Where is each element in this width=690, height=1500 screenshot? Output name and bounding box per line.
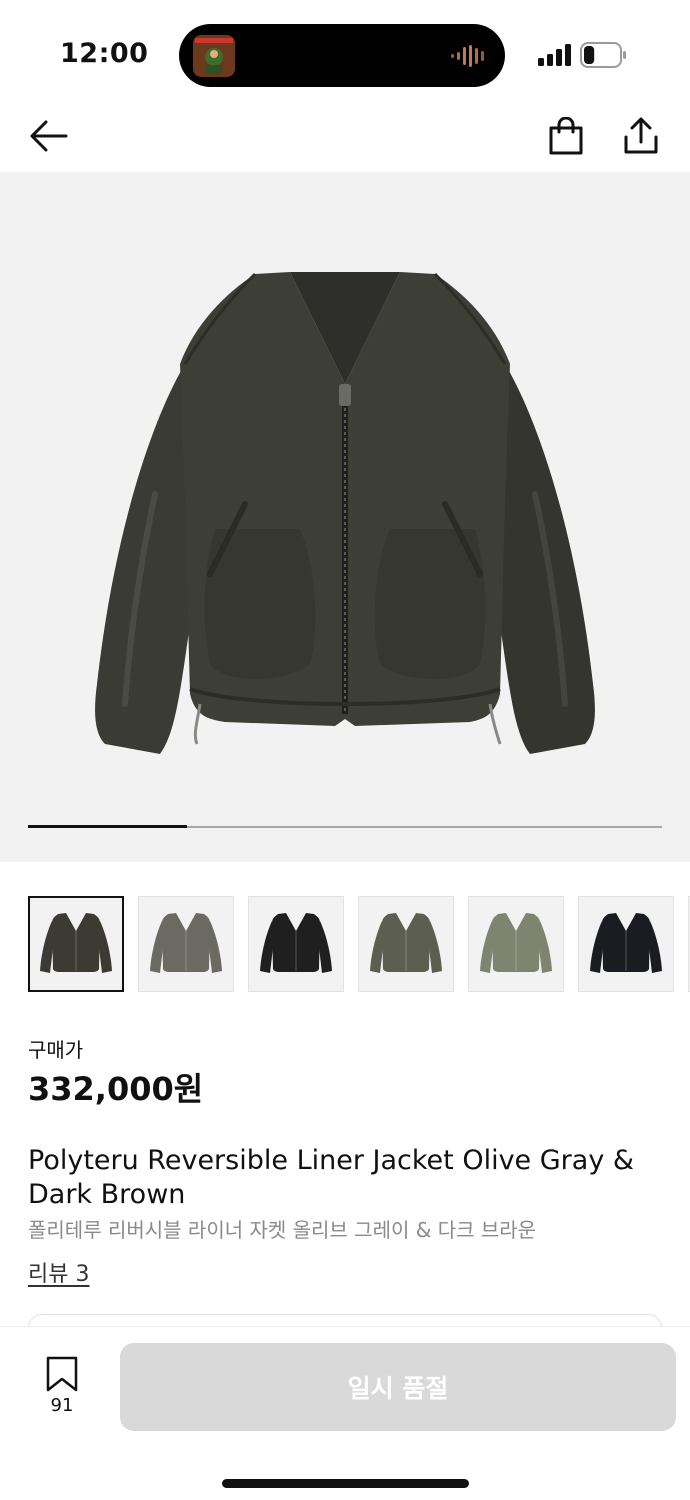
status-bar: 12:00 [0, 0, 690, 100]
thumbnail-item[interactable] [358, 896, 454, 992]
thumbnail-jacket-image [40, 913, 112, 973]
price-label: 구매가 [28, 1038, 84, 1062]
shopping-bag-icon [549, 117, 583, 155]
thumbnail-item[interactable] [578, 896, 674, 992]
wishlist-count: 91 [50, 1395, 74, 1416]
thumbnail-jacket-image [370, 913, 442, 973]
thumbnail-item[interactable] [28, 896, 124, 992]
carousel-progress-indicator [28, 825, 187, 828]
status-time: 12:00 [60, 38, 149, 69]
top-nav [0, 100, 690, 172]
wishlist-button[interactable]: 91 [38, 1353, 86, 1423]
cart-button[interactable] [542, 112, 590, 160]
now-playing-artwork-icon [193, 35, 235, 77]
bookmark-icon [46, 1356, 78, 1392]
cellular-signal-icon [538, 44, 571, 66]
back-button[interactable] [24, 112, 72, 160]
thumbnail-jacket-image [480, 913, 552, 973]
thumbnail-item[interactable] [248, 896, 344, 992]
thumbnail-jacket-image [150, 913, 222, 973]
thumbnail-item[interactable] [468, 896, 564, 992]
thumbnail-strip[interactable] [28, 896, 690, 992]
battery-icon [580, 42, 626, 68]
product-title-en: Polyteru Reversible Liner Jacket Olive G… [28, 1145, 634, 1210]
share-icon [624, 117, 658, 154]
product-title-ko: 폴리테루 리버시블 라이너 자켓 올리브 그레이 & 다크 브라운 [28, 1218, 537, 1242]
share-button[interactable] [617, 112, 665, 160]
review-link[interactable]: 리뷰 3 [28, 1256, 89, 1288]
arrow-left-icon [30, 120, 68, 152]
thumbnail-item[interactable] [138, 896, 234, 992]
soldout-button[interactable]: 일시 품절 [120, 1343, 676, 1431]
product-image-jacket [95, 272, 595, 754]
carousel-progress-track [28, 825, 662, 828]
product-image-carousel[interactable] [0, 172, 690, 862]
home-indicator[interactable] [222, 1479, 469, 1488]
thumbnail-jacket-image [260, 913, 332, 973]
bottom-action-bar: 91 일시 품절 [0, 1326, 690, 1500]
thumbnail-jacket-image [590, 913, 662, 973]
audio-waveform-icon [451, 45, 484, 67]
dynamic-island[interactable] [179, 24, 505, 87]
price-value: 332,000원 [28, 1070, 204, 1108]
